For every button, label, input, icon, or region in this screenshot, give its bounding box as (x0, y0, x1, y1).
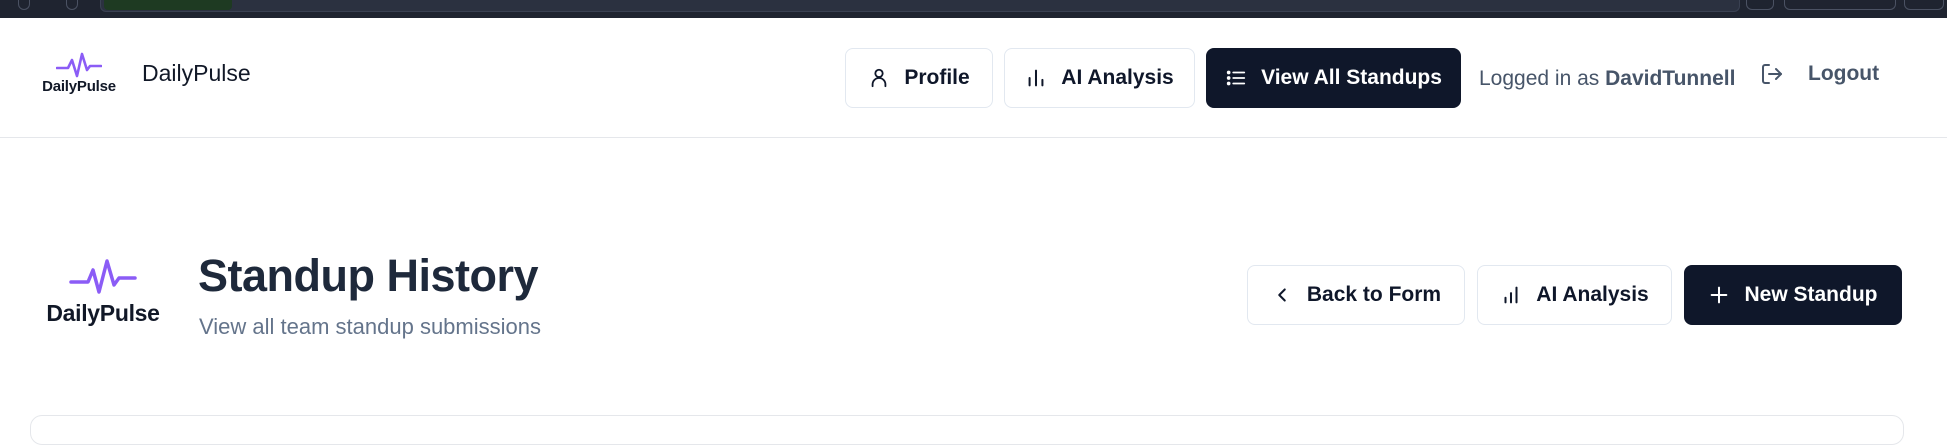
brand-logo: DailyPulse (38, 52, 120, 95)
top-navigation: DailyPulse DailyPulse AI Analysis Profil… (0, 18, 1947, 138)
logout-button[interactable]: Logout (1760, 62, 1879, 86)
back-to-form-button[interactable]: Back to Form (1247, 265, 1465, 325)
brand-name: DailyPulse (142, 60, 251, 86)
browser-profile-button[interactable] (1784, 0, 1896, 10)
bar-chart-icon (1504, 286, 1518, 304)
chevron-left-icon (1278, 288, 1286, 302)
brand-logo-text: DailyPulse (42, 78, 116, 95)
profile-label: Profile (904, 66, 970, 89)
standup-list-card (30, 415, 1904, 445)
view-all-standups-label: View All Standups (1261, 66, 1442, 89)
pulse-icon (69, 259, 137, 294)
ai-analysis-label: AI Analysis (1536, 283, 1649, 306)
browser-extension-button[interactable] (1746, 0, 1774, 10)
logged-in-status: Logged in as DavidTunnell (1479, 67, 1735, 91)
new-standup-label: New Standup (1744, 283, 1878, 306)
profile-button[interactable]: AI Analysis Profile (845, 48, 993, 108)
back-to-form-label: Back to Form (1306, 283, 1442, 306)
logout-label: Logout (1808, 62, 1880, 85)
address-bar[interactable] (100, 0, 1740, 12)
logged-in-username: DavidTunnell (1605, 67, 1736, 90)
page-subtitle: View all team standup submissions (199, 314, 541, 339)
page-title: Standup History (198, 250, 539, 301)
page-logo-text: DailyPulse (46, 300, 160, 326)
brand[interactable]: DailyPulse DailyPulse (38, 52, 251, 95)
ai-analysis-button[interactable]: AI Analysis (1477, 265, 1672, 325)
new-standup-button[interactable]: New Standup (1684, 265, 1902, 325)
page-header: DailyPulse Standup History View all team… (0, 238, 1947, 378)
logout-icon (1762, 64, 1782, 84)
bar-chart-icon (1028, 69, 1044, 87)
logged-in-prefix: Logged in as (1479, 67, 1600, 90)
browser-back-icon[interactable] (18, 0, 30, 10)
user-icon (871, 68, 887, 88)
view-all-standups-button[interactable]: View All Standups (1206, 48, 1461, 108)
browser-menu-button[interactable] (1904, 0, 1944, 10)
browser-toolbar (0, 0, 1947, 18)
pulse-icon (56, 52, 102, 78)
list-icon (1226, 70, 1246, 86)
plus-icon (1711, 286, 1728, 304)
page-logo: DailyPulse (40, 258, 166, 327)
address-bar-domain-chip (104, 0, 232, 10)
browser-reload-icon[interactable] (66, 0, 78, 10)
ai-analysis-nav-label: AI Analysis (1061, 66, 1174, 89)
ai-analysis-nav-button[interactable]: AI Analysis (1004, 48, 1195, 108)
